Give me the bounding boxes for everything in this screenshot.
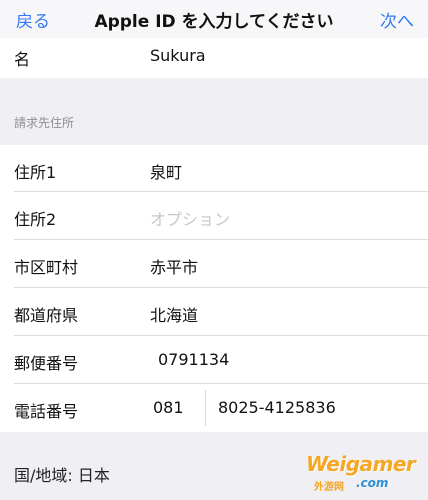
watermark-com-text: .com — [356, 476, 389, 490]
watermark-logo: Weigamer 外游网 .com — [304, 452, 422, 496]
next-button[interactable]: 次へ — [380, 7, 414, 32]
watermark-main-text: Weigamer — [306, 452, 416, 476]
back-button[interactable]: 戻る — [16, 7, 50, 32]
page-title: Apple ID を入力してください — [94, 12, 334, 32]
address2-field[interactable]: オプション — [150, 206, 230, 230]
billing-address-header: 請求先住所 — [14, 116, 75, 130]
watermark-sub-text: 外游网 — [314, 482, 344, 493]
name-row: 名 Sukura — [0, 38, 428, 78]
address1-field[interactable]: 泉町 — [150, 159, 182, 183]
phone-divider — [205, 390, 206, 426]
postal-code-label: 郵便番号 — [14, 354, 79, 373]
phone-area-code-field[interactable]: 081 — [153, 398, 184, 417]
phone-row: 電話番号 081 8025-4125836 — [0, 384, 428, 432]
address1-row: 住所1 泉町 — [0, 145, 428, 192]
prefecture-field[interactable]: 北海道 — [150, 302, 198, 326]
prefecture-label: 都道府県 — [14, 306, 79, 325]
prefecture-row: 都道府県 北海道 — [0, 288, 428, 336]
city-label: 市区町村 — [14, 258, 79, 277]
address2-row: 住所2 オプション — [0, 192, 428, 240]
name-field[interactable]: Sukura — [150, 46, 206, 65]
city-row: 市区町村 赤平市 — [0, 240, 428, 288]
phone-number-field[interactable]: 8025-4125836 — [218, 398, 336, 417]
country-region-text: 国/地域: 日本 — [14, 466, 110, 485]
postal-code-row: 郵便番号 0791134 — [0, 336, 428, 384]
address1-label: 住所1 — [14, 163, 57, 182]
address2-label: 住所2 — [14, 210, 57, 229]
navigation-bar: 戻る Apple ID を入力してください 次へ — [0, 0, 428, 39]
phone-label: 電話番号 — [14, 402, 79, 421]
postal-code-field[interactable]: 0791134 — [158, 350, 229, 369]
name-label: 名 — [14, 50, 31, 69]
city-field[interactable]: 赤平市 — [150, 254, 198, 278]
